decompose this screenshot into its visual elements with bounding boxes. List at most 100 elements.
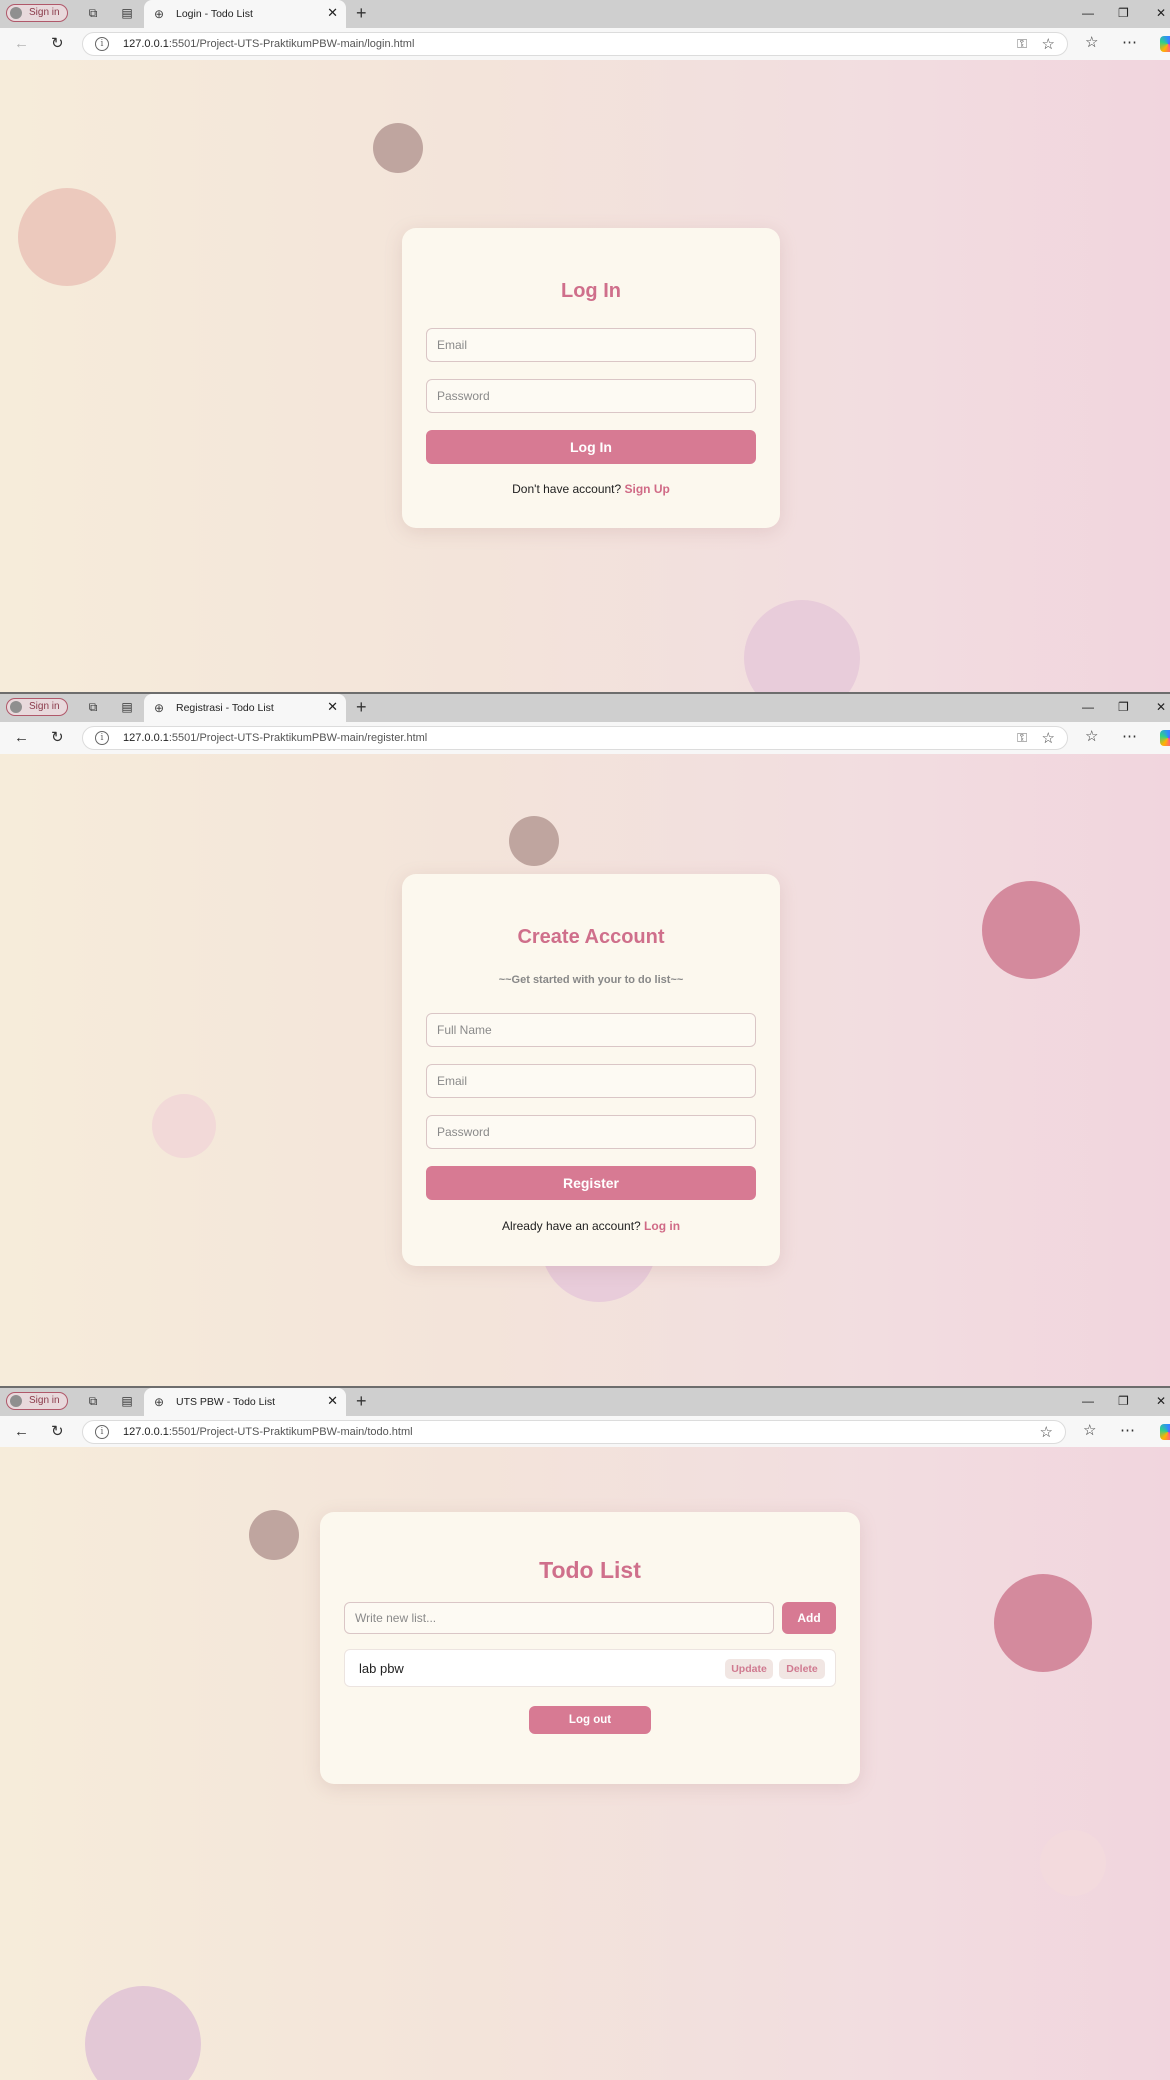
favorite-star-icon[interactable]: ☆ — [1040, 1423, 1053, 1441]
globe-icon: ⊕ — [154, 1395, 165, 1409]
refresh-icon[interactable]: ↻ — [51, 1424, 64, 1439]
email-field[interactable] — [426, 328, 756, 362]
login-button[interactable]: Log In — [426, 430, 756, 464]
new-todo-input[interactable] — [344, 1602, 774, 1634]
more-menu-icon[interactable]: ⋯ — [1122, 35, 1137, 51]
address-bar[interactable]: i 127.0.0.1:5501/Project-UTS-PraktikumPB… — [82, 32, 1068, 56]
todo-item: lab pbw Update Delete — [344, 1649, 836, 1687]
close-tab-icon[interactable]: ✕ — [327, 700, 338, 714]
sign-up-link[interactable]: Sign Up — [625, 482, 670, 496]
page-background: Todo List Add lab pbw Update Delete Log … — [0, 1447, 1170, 2080]
site-info-icon[interactable]: i — [95, 1425, 109, 1439]
globe-icon: ⊕ — [154, 701, 165, 715]
login-card: Log In Log In Don't have account? Sign U… — [402, 228, 780, 528]
url-text: 127.0.0.1:5501/Project-UTS-PraktikumPBW-… — [123, 732, 428, 744]
password-field[interactable] — [426, 1115, 756, 1149]
copilot-icon[interactable] — [1160, 36, 1170, 52]
sign-in-label: Sign in — [29, 7, 60, 18]
log-in-link[interactable]: Log in — [644, 1219, 680, 1233]
workspaces-icon[interactable]: ⧉ — [86, 6, 100, 20]
key-icon[interactable]: ⚿ — [1017, 36, 1027, 52]
avatar-icon — [10, 701, 22, 713]
favorites-icon[interactable]: ☆ — [1083, 1423, 1096, 1439]
favorite-star-icon[interactable]: ☆ — [1042, 729, 1055, 747]
close-window-icon[interactable]: ✕ — [1156, 700, 1166, 714]
tab-actions-icon[interactable]: ▤ — [120, 1394, 134, 1408]
favorite-star-icon[interactable]: ☆ — [1042, 35, 1055, 53]
favorites-icon[interactable]: ☆ — [1085, 729, 1098, 745]
add-button[interactable]: Add — [782, 1602, 836, 1634]
more-menu-icon[interactable]: ⋯ — [1122, 729, 1137, 745]
copilot-icon[interactable] — [1160, 730, 1170, 746]
decor-circle — [1040, 1830, 1106, 1896]
new-tab-icon[interactable]: + — [356, 698, 367, 716]
back-icon[interactable]: ← — [14, 1424, 29, 1439]
register-button[interactable]: Register — [426, 1166, 756, 1200]
new-tab-icon[interactable]: + — [356, 4, 367, 22]
back-icon[interactable]: ← — [14, 730, 29, 745]
todo-card: Todo List Add lab pbw Update Delete Log … — [320, 1512, 860, 1784]
tab-title: Registrasi - Todo List — [176, 702, 274, 714]
minimize-icon[interactable]: — — [1082, 1394, 1094, 1408]
tab-actions-icon[interactable]: ▤ — [120, 700, 134, 714]
workspaces-icon[interactable]: ⧉ — [86, 1394, 100, 1408]
refresh-icon[interactable]: ↻ — [51, 36, 64, 51]
close-window-icon[interactable]: ✕ — [1156, 6, 1166, 20]
restore-icon[interactable]: ❐ — [1118, 6, 1129, 20]
email-field[interactable] — [426, 1064, 756, 1098]
close-window-icon[interactable]: ✕ — [1156, 1394, 1166, 1408]
tab-title: Login - Todo List — [176, 8, 253, 20]
browser-window-login: Sign in ⧉ ▤ ⊕ Login - Todo List ✕ + — ❐ … — [0, 0, 1170, 694]
browser-window-todo: Sign in ⧉ ▤ ⊕ UTS PBW - Todo List ✕ + — … — [0, 1388, 1170, 2080]
profile-sign-in-button[interactable]: Sign in — [6, 1392, 68, 1410]
profile-sign-in-button[interactable]: Sign in — [6, 698, 68, 716]
refresh-icon[interactable]: ↻ — [51, 730, 64, 745]
close-tab-icon[interactable]: ✕ — [327, 6, 338, 20]
address-bar[interactable]: i 127.0.0.1:5501/Project-UTS-PraktikumPB… — [82, 726, 1068, 750]
copilot-icon[interactable] — [1160, 1424, 1170, 1440]
profile-sign-in-button[interactable]: Sign in — [6, 4, 68, 22]
more-menu-icon[interactable]: ⋯ — [1120, 1423, 1135, 1439]
sign-in-label: Sign in — [29, 1395, 60, 1406]
tab-active[interactable]: ⊕ UTS PBW - Todo List ✕ — [144, 1388, 346, 1416]
register-card: Create Account ~~Get started with your t… — [402, 874, 780, 1266]
update-button[interactable]: Update — [725, 1659, 773, 1679]
minimize-icon[interactable]: — — [1082, 700, 1094, 714]
globe-icon: ⊕ — [154, 7, 165, 21]
site-info-icon[interactable]: i — [95, 37, 109, 51]
decor-circle — [249, 1510, 299, 1560]
favorites-icon[interactable]: ☆ — [1085, 35, 1098, 51]
tab-active[interactable]: ⊕ Registrasi - Todo List ✕ — [144, 694, 346, 722]
minimize-icon[interactable]: — — [1082, 6, 1094, 20]
key-icon[interactable]: ⚿ — [1017, 730, 1027, 746]
avatar-icon — [10, 1395, 22, 1407]
full-name-field[interactable] — [426, 1013, 756, 1047]
tab-title: UTS PBW - Todo List — [176, 1396, 276, 1408]
toolbar: ← ↻ i 127.0.0.1:5501/Project-UTS-Praktik… — [0, 28, 1170, 61]
password-field[interactable] — [426, 379, 756, 413]
close-tab-icon[interactable]: ✕ — [327, 1394, 338, 1408]
decor-circle — [373, 123, 423, 173]
new-tab-icon[interactable]: + — [356, 1392, 367, 1410]
delete-button[interactable]: Delete — [779, 1659, 825, 1679]
tab-actions-icon[interactable]: ▤ — [120, 6, 134, 20]
tab-bar: Sign in ⧉ ▤ ⊕ Login - Todo List ✕ + — ❐ … — [0, 0, 1170, 28]
decor-circle — [509, 816, 559, 866]
back-icon[interactable]: ← — [14, 36, 29, 51]
decor-circle — [982, 881, 1080, 979]
workspaces-icon[interactable]: ⧉ — [86, 700, 100, 714]
decor-circle — [994, 1574, 1092, 1672]
restore-icon[interactable]: ❐ — [1118, 1394, 1129, 1408]
page-background: Log In Log In Don't have account? Sign U… — [0, 60, 1170, 692]
sign-in-label: Sign in — [29, 701, 60, 712]
tab-bar: Sign in ⧉ ▤ ⊕ Registrasi - Todo List ✕ +… — [0, 694, 1170, 722]
register-title: Create Account — [517, 926, 665, 948]
site-info-icon[interactable]: i — [95, 731, 109, 745]
register-footer: Already have an account? Log in — [402, 1219, 780, 1233]
decor-circle — [744, 600, 860, 692]
todo-item-text: lab pbw — [359, 1661, 404, 1676]
tab-active[interactable]: ⊕ Login - Todo List ✕ — [144, 0, 346, 28]
logout-button[interactable]: Log out — [529, 1706, 651, 1734]
address-bar[interactable]: i 127.0.0.1:5501/Project-UTS-PraktikumPB… — [82, 1420, 1066, 1444]
restore-icon[interactable]: ❐ — [1118, 700, 1129, 714]
